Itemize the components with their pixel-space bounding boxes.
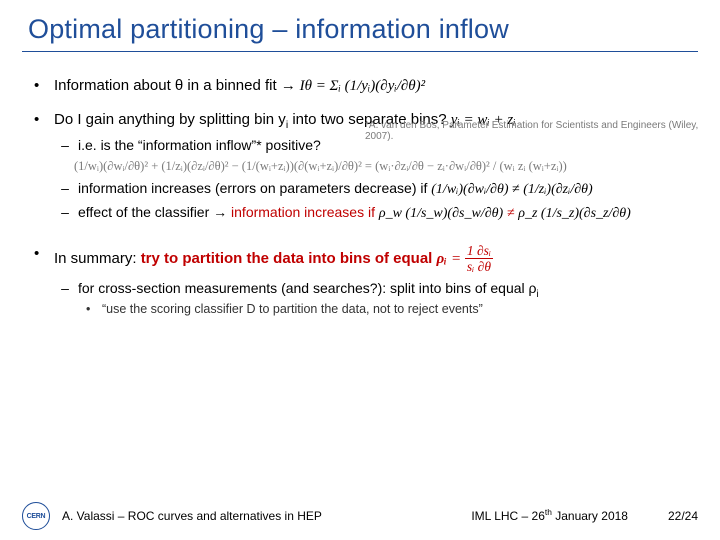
dash-icon: – bbox=[60, 137, 70, 153]
subbullet-info-increases: – information increases (errors on param… bbox=[60, 180, 686, 198]
sub5-text: for cross-section measurements (and sear… bbox=[78, 280, 537, 296]
sub2-text-a: i.e. is the “information inflow” bbox=[78, 137, 256, 153]
footnote-text: A. van den Bos, Parameter Estimation for… bbox=[365, 120, 698, 142]
bullet-dot-icon: • bbox=[34, 110, 44, 130]
b1-text: Information about θ in a binned fit bbox=[54, 77, 277, 94]
footer-page-number: 22/24 bbox=[668, 509, 698, 523]
neq-icon: ≠ bbox=[507, 206, 518, 221]
quote-scoring-classifier: • “use the scoring classifier D to parti… bbox=[86, 302, 686, 316]
subbullet-classifier: – effect of the classifier → information… bbox=[60, 204, 686, 222]
bullet-info-theta: • Information about θ in a binned fit → … bbox=[34, 76, 686, 96]
footer-mid-a: IML LHC – 26 bbox=[471, 509, 545, 523]
sub4-text-c: information increases if bbox=[231, 204, 379, 220]
footer-ordinal: th bbox=[545, 507, 552, 517]
b2-text-a: Do I gain anything by splitting bin y bbox=[54, 111, 286, 128]
quote-text: “use the scoring classifier D to partiti… bbox=[102, 302, 483, 316]
b3-text-b: try to partition the data into bins of e… bbox=[141, 249, 437, 266]
equals-icon: = bbox=[451, 250, 465, 266]
subbullet-xsec: – for cross-section measurements (and se… bbox=[60, 280, 686, 296]
derivation-equation: (1/wᵢ)(∂wᵢ/∂θ)² + (1/zᵢ)(∂zᵢ/∂θ)² − (1/(… bbox=[74, 159, 686, 174]
slide-title: Optimal partitioning – information inflo… bbox=[0, 0, 720, 45]
sub4-equation-lhs: ρ_w (1/s_w)(∂s_w/∂θ) bbox=[379, 206, 503, 221]
b3-text-a: In summary: bbox=[54, 249, 141, 266]
sub4-equation-rhs: ρ_z (1/s_z)(∂s_z/∂θ) bbox=[518, 206, 631, 221]
dash-icon: – bbox=[60, 280, 70, 296]
dash-icon: – bbox=[60, 204, 70, 222]
cern-logo-icon: CERN bbox=[22, 502, 50, 530]
footer-date: IML LHC – 26th January 2018 bbox=[471, 509, 628, 523]
slide-footer: CERN A. Valassi – ROC curves and alterna… bbox=[0, 502, 720, 530]
b3-frac-den: sᵢ ∂θ bbox=[465, 259, 493, 274]
footnote-ref: *A. van den Bos, Parameter Estimation fo… bbox=[365, 120, 720, 142]
bullet-summary: • In summary: try to partition the data … bbox=[34, 244, 686, 274]
sub3-equation: (1/wᵢ)(∂wᵢ/∂θ) ≠ (1/zᵢ)(∂zᵢ/∂θ) bbox=[431, 182, 592, 197]
slide-body: • Information about θ in a binned fit → … bbox=[0, 52, 720, 316]
dash-icon: – bbox=[60, 180, 70, 198]
bullet-dot-icon: • bbox=[34, 244, 44, 274]
footer-mid-b: January 2018 bbox=[552, 509, 628, 523]
footer-author: A. Valassi – ROC curves and alternatives… bbox=[62, 509, 322, 523]
arrow-icon: → bbox=[281, 78, 300, 94]
b3-frac-num: 1 ∂sᵢ bbox=[465, 244, 493, 260]
sub4-text-a: effect of the classifier bbox=[78, 204, 209, 220]
b3-rho: ρᵢ bbox=[437, 250, 447, 266]
bullet-dot-icon: • bbox=[86, 302, 94, 316]
b3-fraction: 1 ∂sᵢ sᵢ ∂θ bbox=[465, 244, 493, 274]
sub2-text-b: positive? bbox=[262, 137, 321, 153]
b1-equation: Iθ = Σᵢ (1/yᵢ)(∂yᵢ/∂θ)² bbox=[300, 78, 426, 94]
logo-text: CERN bbox=[27, 513, 46, 520]
sub3-text: information increases (errors on paramet… bbox=[78, 180, 431, 196]
bullet-dot-icon: • bbox=[34, 76, 44, 96]
arrow-icon: → bbox=[213, 204, 231, 220]
